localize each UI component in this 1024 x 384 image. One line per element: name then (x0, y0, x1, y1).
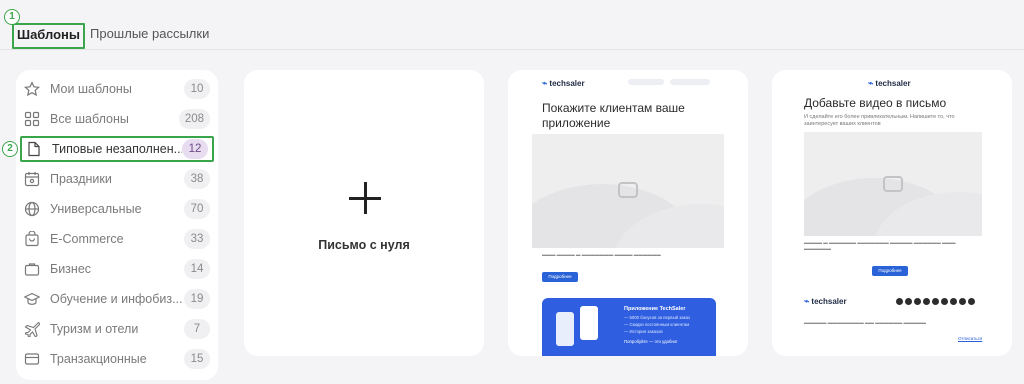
image-placeholder (532, 134, 724, 248)
tab-templates[interactable]: Шаблоны (12, 23, 85, 49)
sidebar-item-tourism[interactable]: Туризм и отели 7 (20, 316, 214, 342)
sidebar-item-holidays[interactable]: Праздники 38 (20, 166, 214, 192)
count-badge: 33 (184, 229, 210, 249)
play-icon (883, 176, 903, 192)
sidebar-item-standard-blank[interactable]: Типовые незаполнен... 12 (20, 136, 214, 162)
sidebar-item-label: Типовые незаполнен... (52, 142, 182, 156)
sidebar-item-all-templates[interactable]: Все шаблоны 208 (20, 106, 214, 132)
shopping-bag-icon (25, 231, 39, 247)
social-icons (896, 298, 975, 305)
category-sidebar: Мои шаблоны 10 Все шаблоны 208 Типовые н… (16, 70, 218, 380)
body-text: ▬▬▬ ▬▬▬▬ ▬ ▬▬▬▬▬▬▬ ▬▬▬▬ ▬▬▬▬▬▬ (542, 252, 661, 257)
count-badge: 208 (178, 109, 210, 129)
document-icon (28, 141, 40, 157)
template-subtitle: И сделайте его более привлекательным. На… (804, 114, 955, 127)
sidebar-item-label: Универсальные (50, 202, 142, 216)
blank-letter-card[interactable]: Письмо с нуля (244, 70, 484, 356)
count-badge: 12 (182, 139, 208, 159)
whatsapp-icon (941, 298, 948, 305)
calendar-icon (24, 172, 40, 187)
template-title: Добавьте видео в письмо (804, 96, 947, 110)
sidebar-item-label: Мои шаблоны (50, 82, 132, 96)
sidebar-item-universal[interactable]: Универсальные 70 (20, 196, 214, 222)
sidebar-item-label: E-Commerce (50, 232, 124, 246)
promo-line: — Скидки постоянным клиентам (624, 322, 690, 327)
count-badge: 15 (184, 349, 210, 369)
unsubscribe-link[interactable]: Отписаться (958, 336, 982, 342)
vimeo-icon (950, 298, 957, 305)
annotation-marker-1: 1 (4, 9, 20, 25)
instagram-icon (959, 298, 966, 305)
sidebar-item-label: Все шаблоны (50, 112, 129, 126)
graduation-cap-icon (24, 292, 40, 305)
count-badge: 7 (184, 319, 210, 339)
count-badge: 19 (184, 289, 210, 309)
phone-mockup (580, 306, 598, 340)
logo-mark-icon: ⌁ (804, 296, 810, 306)
logo-mark-icon: ⌁ (868, 78, 874, 88)
sidebar-item-label: Праздники (50, 172, 112, 186)
template-card-app[interactable]: ⌁ techsaler Покажите клиентам ваше прилож… (508, 70, 748, 356)
sidebar-item-label: Транзакционные (50, 352, 147, 366)
contact-phone-pill (628, 79, 664, 85)
promo-line: — 5000 бонусов за первый заказ (624, 315, 690, 320)
sidebar-item-education[interactable]: Обучение и инфобиз... 19 (20, 286, 214, 312)
sidebar-item-label: Бизнес (50, 262, 92, 276)
credit-card-icon (24, 353, 40, 365)
vk-icon (905, 298, 912, 305)
viber-icon (932, 298, 939, 305)
sidebar-item-transactional[interactable]: Транзакционные 15 (20, 346, 214, 372)
promo-title: Приложение TechSaler (624, 306, 686, 312)
body-text: ▬▬▬▬ ▬ ▬▬▬▬▬▬ ▬▬▬▬▬▬▬ ▬▬▬▬▬ ▬▬▬▬▬▬ ▬▬▬ ▬… (804, 240, 956, 251)
details-button[interactable]: Подробнее (542, 272, 578, 282)
globe-icon (24, 201, 40, 217)
footer-brand-logo: ⌁ techsaler (804, 296, 847, 307)
tab-past-mailings[interactable]: Прошлые рассылки (90, 26, 209, 42)
blank-letter-title: Письмо с нуля (318, 238, 410, 252)
airplane-icon (24, 321, 40, 337)
details-button[interactable]: Подробнее (872, 266, 908, 276)
image-placeholder-icon (618, 182, 638, 198)
count-badge: 14 (184, 259, 210, 279)
template-card-video[interactable]: ⌁ techsaler Добавьте видео в письмо И сде… (772, 70, 1012, 356)
brand-logo: ⌁ techsaler (868, 78, 911, 89)
count-badge: 70 (184, 199, 210, 219)
count-badge: 38 (184, 169, 210, 189)
star-icon (24, 81, 40, 97)
phone-mockup (556, 312, 574, 346)
brand-name: techsaler (549, 79, 585, 88)
sidebar-item-my-templates[interactable]: Мои шаблоны 10 (20, 76, 214, 102)
grid-icon (24, 111, 40, 127)
brand-logo: ⌁ techsaler (542, 78, 585, 89)
telegram-icon (896, 298, 903, 305)
tabs-bar: Шаблоны Прошлые рассылки (0, 0, 1024, 50)
template-title: Покажите клиентам ваше приложение (542, 101, 685, 130)
promo-link: Попробуйте — это удобно! (624, 339, 678, 344)
annotation-marker-2: 2 (2, 141, 18, 157)
footer-text: ▬▬▬▬▬ ▬▬▬▬▬▬▬▬ ▬▬ ▬▬▬▬▬▬ ▬▬▬▬▬ (804, 320, 927, 325)
sidebar-item-business[interactable]: Бизнес 14 (20, 256, 214, 282)
contact-email-pill (670, 79, 710, 85)
video-placeholder (804, 132, 982, 236)
count-badge: 10 (184, 79, 210, 99)
promo-line: — История заказов (624, 329, 663, 334)
brand-name: techsaler (811, 297, 847, 306)
briefcase-icon (24, 263, 40, 276)
sidebar-item-label: Обучение и инфобиз... (50, 292, 183, 306)
sidebar-item-ecommerce[interactable]: E-Commerce 33 (20, 226, 214, 252)
brand-name: techsaler (875, 79, 911, 88)
facebook-icon (968, 298, 975, 305)
youtube-icon (923, 298, 930, 305)
sidebar-item-label: Туризм и отели (50, 322, 139, 336)
plus-icon (349, 182, 381, 214)
app-promo-block: Приложение TechSaler — 5000 бонусов за п… (542, 298, 716, 356)
ok-icon (914, 298, 921, 305)
logo-mark-icon: ⌁ (542, 78, 548, 88)
